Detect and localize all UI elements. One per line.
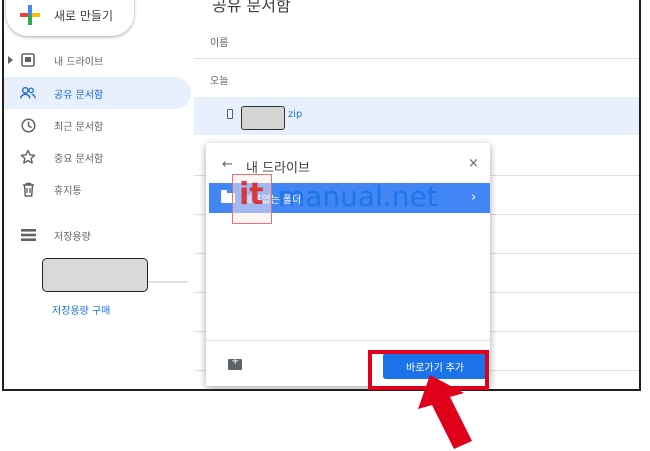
watermark: it manual.net <box>232 174 442 224</box>
back-arrow-icon[interactable]: ← <box>222 157 233 172</box>
drive-window: 새로 만들기 내 드라이브 공유 문서함 최근 문서함 중요 문서함 휴지통 저… <box>2 0 641 391</box>
sidebar-item-trash[interactable]: 휴지통 <box>4 173 191 205</box>
chevron-right-icon[interactable]: › <box>471 190 476 205</box>
storage-icon <box>20 227 36 243</box>
sidebar-item-recent[interactable]: 최근 문서함 <box>4 109 191 141</box>
annotation-arrow-icon <box>418 375 472 449</box>
sidebar-item-my-drive[interactable]: 내 드라이브 <box>4 44 191 76</box>
sidebar-item-label: 휴지통 <box>54 185 82 197</box>
column-header-name[interactable]: 이름 <box>210 34 228 49</box>
sidebar: 새로 만들기 내 드라이브 공유 문서함 최근 문서함 중요 문서함 휴지통 저… <box>4 0 191 389</box>
watermark-text: manual.net <box>278 180 438 213</box>
close-icon[interactable]: × <box>468 156 479 171</box>
sidebar-item-starred[interactable]: 중요 문서함 <box>4 141 191 173</box>
trash-icon <box>20 181 36 197</box>
my-drive-icon <box>20 52 36 68</box>
sidebar-item-label: 저장용량 <box>54 231 91 243</box>
divider <box>206 340 490 341</box>
storage-usage-redacted <box>42 258 148 292</box>
sidebar-item-label: 내 드라이브 <box>54 56 104 68</box>
clock-icon <box>20 117 36 133</box>
sidebar-item-shared[interactable]: 공유 문서함 <box>4 77 191 109</box>
sidebar-item-label: 최근 문서함 <box>54 121 104 133</box>
page-title: 공유 문서함 <box>212 0 291 15</box>
watermark-logo: it <box>232 174 272 224</box>
zip-file-icon <box>227 109 233 119</box>
sidebar-item-label: 중요 문서함 <box>54 153 104 165</box>
file-name-suffix: zip <box>288 109 303 120</box>
new-button[interactable]: 새로 만들기 <box>6 0 134 36</box>
star-icon <box>20 149 36 165</box>
shared-people-icon <box>20 85 36 101</box>
file-row[interactable]: zip <box>194 97 639 135</box>
file-name-redacted <box>241 106 285 130</box>
divider <box>194 58 639 59</box>
buy-storage-link[interactable]: 저장용량 구매 <box>52 302 110 317</box>
new-button-label: 새로 만들기 <box>54 8 114 23</box>
plus-icon <box>20 5 40 25</box>
sidebar-item-storage[interactable]: 저장용량 <box>4 219 191 251</box>
sidebar-item-label: 공유 문서함 <box>54 89 104 101</box>
new-folder-icon[interactable] <box>228 356 242 370</box>
section-label-today: 오늘 <box>210 76 229 87</box>
